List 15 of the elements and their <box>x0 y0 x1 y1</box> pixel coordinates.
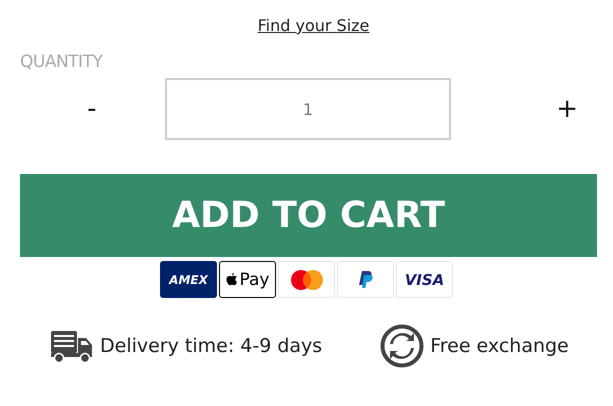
add-to-cart-button[interactable]: ADD TO CART <box>20 174 597 257</box>
decrease-button[interactable]: - <box>62 94 122 124</box>
increase-button[interactable]: + <box>537 94 597 124</box>
feature-text: Free exchange <box>430 335 569 357</box>
apple-pay-logo: Pay <box>219 261 276 298</box>
amex-logo: AMEX <box>160 261 217 298</box>
paypal-logo <box>337 261 394 298</box>
truck-icon <box>50 329 94 363</box>
find-size-link[interactable]: Find your Size <box>258 16 370 35</box>
visa-logo: VISA <box>396 261 453 298</box>
mastercard-logo <box>278 261 335 298</box>
exchange-icon <box>380 324 424 368</box>
feature-text: Delivery time: 4-9 days <box>100 335 322 357</box>
quantity-field[interactable]: 1 <box>164 78 452 140</box>
quantity-label: QUANTITY <box>20 52 104 72</box>
